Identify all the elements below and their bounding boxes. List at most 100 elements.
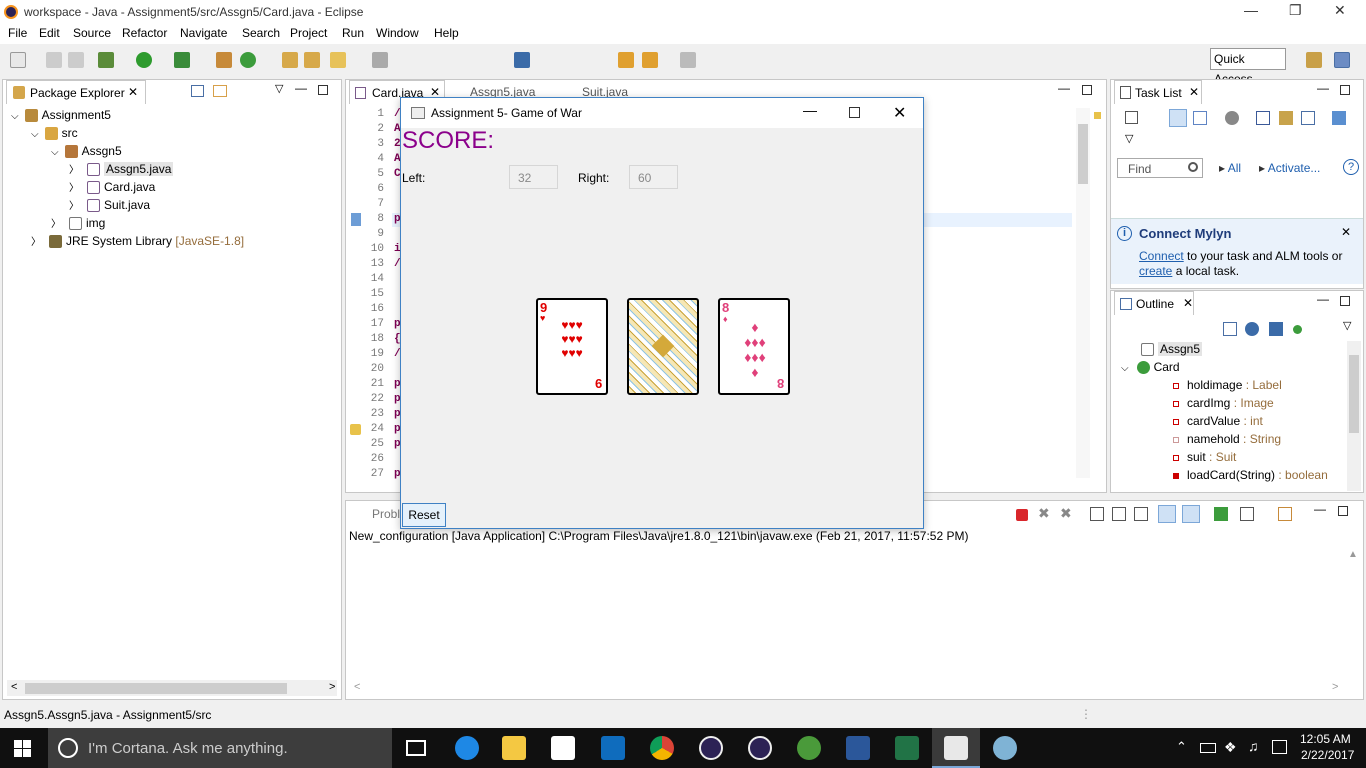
cortana-search-box[interactable]: I'm Cortana. Ask me anything. bbox=[48, 728, 392, 768]
scrollbar-thumb[interactable] bbox=[1349, 355, 1359, 433]
java-perspective-icon[interactable] bbox=[1334, 52, 1350, 68]
menu-file[interactable]: File bbox=[8, 26, 27, 40]
view-menu-icon[interactable]: ▽ bbox=[275, 82, 283, 95]
menu-help[interactable]: Help bbox=[434, 26, 459, 40]
open-console-icon[interactable] bbox=[1278, 507, 1292, 521]
menu-navigate[interactable]: Navigate bbox=[180, 26, 227, 40]
scheduled-icon[interactable] bbox=[1193, 111, 1207, 125]
focus-icon[interactable] bbox=[1279, 111, 1293, 125]
open-task-icon[interactable] bbox=[304, 52, 320, 68]
outline-package[interactable]: Assgn5 bbox=[1141, 340, 1203, 358]
outlook-icon[interactable] bbox=[601, 736, 625, 760]
battery-icon[interactable] bbox=[1200, 743, 1216, 753]
clock-time[interactable]: 12:05 AM bbox=[1300, 732, 1351, 746]
maximize-view-icon[interactable] bbox=[1338, 506, 1348, 516]
horizontal-scrollbar[interactable]: < > bbox=[7, 680, 337, 696]
restore-button[interactable]: ❐ bbox=[1289, 2, 1302, 19]
annotation-icon[interactable] bbox=[372, 52, 388, 68]
clock-date[interactable]: 2/22/2017 bbox=[1301, 748, 1354, 762]
tree-item-jre[interactable]: 〉 JRE System Library [JavaSE-1.8] bbox=[31, 232, 244, 250]
tab-outline[interactable]: Outline ✕ bbox=[1114, 291, 1194, 315]
scroll-right-icon[interactable]: > bbox=[329, 681, 335, 693]
tree-item-package[interactable]: ⌵ Assgn5 bbox=[51, 142, 122, 160]
tab-problems[interactable]: Probl bbox=[372, 507, 400, 521]
outline-class[interactable]: ⌵ Card bbox=[1121, 358, 1180, 376]
sync-icon[interactable] bbox=[1332, 111, 1346, 125]
show-error-icon[interactable] bbox=[1182, 505, 1200, 523]
clear-console-icon[interactable] bbox=[1090, 507, 1104, 521]
windows-start-icon[interactable] bbox=[14, 740, 31, 757]
public-members-icon[interactable] bbox=[1293, 325, 1302, 334]
excel-icon[interactable] bbox=[895, 736, 919, 760]
scrollbar-thumb[interactable] bbox=[25, 683, 287, 694]
minimize-view-icon[interactable]: — bbox=[1317, 81, 1329, 95]
save-all-icon[interactable] bbox=[68, 52, 84, 68]
perspective-icon[interactable] bbox=[1306, 52, 1322, 68]
filter-icon[interactable] bbox=[1225, 111, 1239, 125]
edge-icon[interactable] bbox=[455, 736, 479, 760]
tree-item-card-java[interactable]: 〉 Card.java bbox=[69, 178, 155, 196]
task-view-icon[interactable] bbox=[406, 740, 426, 756]
maximize-view-icon[interactable] bbox=[318, 85, 328, 95]
file-explorer-icon[interactable] bbox=[502, 736, 526, 760]
dialog-close-button[interactable]: ✕ bbox=[893, 103, 906, 123]
sort-icon[interactable] bbox=[1223, 322, 1237, 336]
vertical-scrollbar[interactable] bbox=[1347, 341, 1361, 491]
quick-access-field[interactable]: Quick Access bbox=[1210, 48, 1286, 86]
tree-item-project[interactable]: ⌵ Assignment5 bbox=[11, 106, 111, 124]
tab-task-list[interactable]: Task List ✕ bbox=[1114, 80, 1202, 104]
new-icon[interactable] bbox=[10, 52, 26, 68]
hide-fields-icon[interactable] bbox=[1245, 322, 1259, 336]
categorized-icon[interactable] bbox=[1169, 109, 1187, 127]
dialog-maximize-button[interactable] bbox=[849, 107, 860, 118]
show-console-icon[interactable] bbox=[1158, 505, 1176, 523]
link-editor-icon[interactable] bbox=[213, 85, 227, 97]
new-package-icon[interactable] bbox=[216, 52, 232, 68]
all-link[interactable]: ▸ All bbox=[1219, 161, 1241, 175]
display-console-icon[interactable] bbox=[1240, 507, 1254, 521]
help-icon[interactable]: ? bbox=[1343, 159, 1359, 175]
remove-all-icon[interactable]: ✖ bbox=[1060, 505, 1072, 522]
chevron-up-icon[interactable]: ▲ bbox=[1348, 549, 1358, 560]
find-field[interactable]: Find bbox=[1117, 158, 1203, 178]
remove-launch-icon[interactable]: ✖ bbox=[1038, 505, 1050, 522]
minimize-button[interactable]: — bbox=[1244, 2, 1258, 18]
forward-icon[interactable] bbox=[680, 52, 696, 68]
console-scrollbar[interactable]: ▲ bbox=[1346, 549, 1360, 681]
maximize-view-icon[interactable] bbox=[1340, 296, 1350, 306]
notifications-icon[interactable] bbox=[1272, 740, 1287, 754]
tree-item-assgn5-java[interactable]: 〉 Assgn5.java bbox=[69, 160, 174, 178]
scroll-left-icon[interactable]: < bbox=[11, 681, 17, 693]
maximize-view-icon[interactable] bbox=[1082, 85, 1092, 95]
collapse-all-icon[interactable] bbox=[191, 85, 204, 97]
globe-icon[interactable] bbox=[797, 736, 821, 760]
new-class-icon[interactable] bbox=[240, 52, 256, 68]
debug-icon[interactable] bbox=[98, 52, 114, 68]
show-hidden-icons[interactable]: ⌃ bbox=[1176, 739, 1187, 755]
minimize-view-icon[interactable]: — bbox=[1317, 292, 1329, 306]
store-icon[interactable] bbox=[551, 736, 575, 760]
menu-refactor[interactable]: Refactor bbox=[122, 26, 167, 40]
open-type-icon[interactable] bbox=[282, 52, 298, 68]
menu-source[interactable]: Source bbox=[73, 26, 111, 40]
scroll-lock-icon[interactable] bbox=[1112, 507, 1126, 521]
vertical-scrollbar[interactable] bbox=[1076, 108, 1090, 478]
volume-icon[interactable]: ♫ bbox=[1248, 738, 1259, 754]
hide-static-icon[interactable] bbox=[1269, 322, 1283, 336]
close-button[interactable]: ✕ bbox=[1334, 2, 1346, 19]
deck-card-back[interactable] bbox=[627, 298, 699, 395]
outline-field[interactable]: cardValue : int bbox=[1173, 412, 1263, 430]
search-icon[interactable] bbox=[330, 52, 346, 68]
view-menu-icon[interactable]: ▽ bbox=[1343, 319, 1351, 332]
tree-item-img[interactable]: 〉 img bbox=[51, 214, 105, 232]
outline-field[interactable]: cardImg : Image bbox=[1173, 394, 1274, 412]
coverage-icon[interactable] bbox=[174, 52, 190, 68]
menu-run[interactable]: Run bbox=[342, 26, 364, 40]
java-app-taskbar-item[interactable] bbox=[932, 728, 980, 768]
close-tab-icon[interactable]: ✕ bbox=[128, 85, 138, 99]
scroll-right-icon[interactable]: > bbox=[1332, 681, 1338, 693]
menu-window[interactable]: Window bbox=[376, 26, 419, 40]
menu-edit[interactable]: Edit bbox=[39, 26, 60, 40]
minimize-view-icon[interactable]: — bbox=[295, 81, 307, 95]
tree-item-src[interactable]: ⌵ src bbox=[31, 124, 78, 142]
